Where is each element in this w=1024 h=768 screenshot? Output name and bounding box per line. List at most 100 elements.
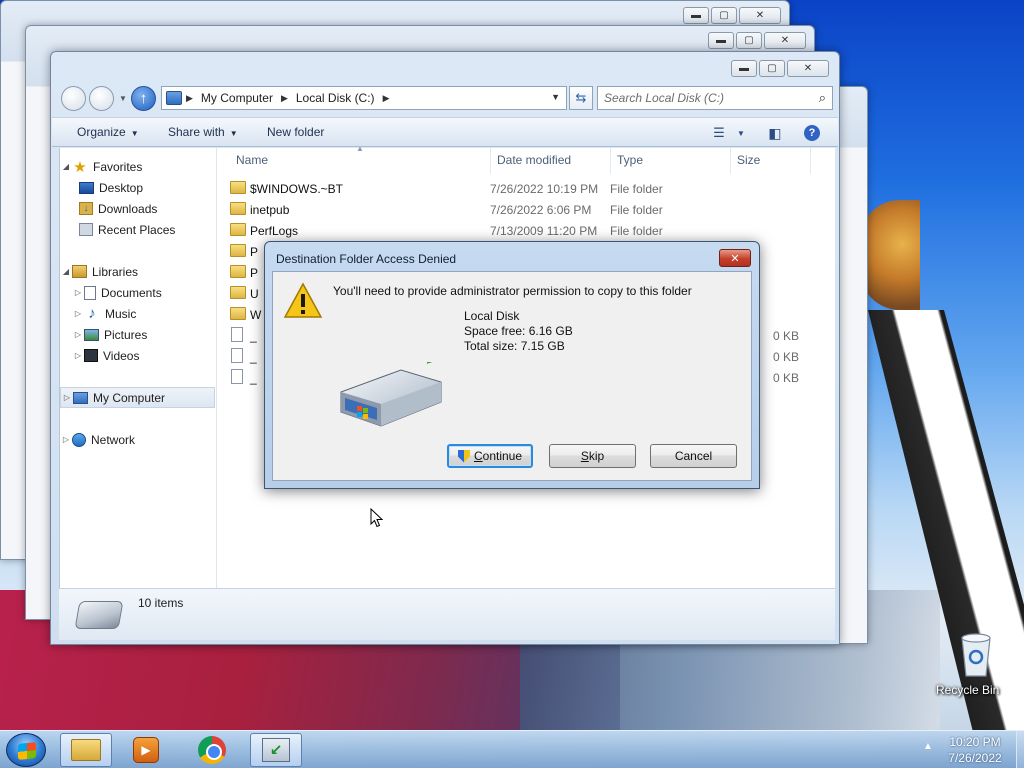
table-row[interactable]: inetpub 7/26/2022 6:06 PM File folder <box>220 199 820 220</box>
view-options-dropdown-icon[interactable]: ▼ <box>735 123 747 143</box>
expand-icon[interactable]: ▷ <box>61 393 73 402</box>
chevron-down-icon: ▼ <box>130 129 139 138</box>
folder-icon <box>230 181 246 194</box>
refresh-button[interactable]: ⇆ <box>569 86 593 110</box>
file-icon <box>231 369 243 384</box>
address-bar[interactable]: ▶ My Computer ▶ Local Disk (C:) ▶ ▼ <box>161 86 567 110</box>
show-desktop-button[interactable] <box>1016 731 1024 768</box>
show-hidden-icons-icon[interactable]: ▲ <box>923 741 933 752</box>
nav-music[interactable]: ▷ ♪ Music <box>72 303 136 324</box>
new-folder-label: New folder <box>267 125 325 139</box>
address-dropdown-icon[interactable]: ▼ <box>551 92 560 102</box>
column-date-modified[interactable]: Date modified <box>497 153 571 167</box>
nav-network-label: Network <box>91 432 136 447</box>
breadcrumb-my-computer[interactable]: My Computer <box>201 91 273 105</box>
nav-documents[interactable]: ▷ Documents <box>72 282 162 303</box>
expand-icon[interactable]: ▷ <box>72 330 84 339</box>
navigation-pane: ◢ ★ Favorites Desktop ↓ Downloads Recent Pl… <box>60 148 217 588</box>
cancel-button[interactable]: Cancel <box>650 444 737 468</box>
expand-icon[interactable]: ▷ <box>72 309 84 318</box>
column-divider[interactable] <box>810 148 811 174</box>
breadcrumb-chevron-icon[interactable]: ▶ <box>186 93 193 104</box>
cancel-label: Cancel <box>674 449 713 463</box>
column-divider[interactable] <box>610 148 611 174</box>
minimize-button[interactable]: ▬ <box>708 32 734 49</box>
nav-network[interactable]: ▷ Network <box>60 429 135 450</box>
column-type[interactable]: Type <box>617 153 643 167</box>
taskbar-explorer-button[interactable] <box>60 733 112 767</box>
sort-indicator-icon: ▲ <box>356 144 364 153</box>
organize-label: Organize <box>77 125 126 139</box>
chevron-down-icon: ▼ <box>229 129 238 138</box>
documents-icon <box>84 285 96 300</box>
skip-label: Skip <box>580 449 605 463</box>
table-row[interactable]: PerfLogs 7/13/2009 11:20 PM File folder <box>220 220 820 241</box>
search-icon[interactable]: ⌕ <box>819 90 826 106</box>
item-count: 10 items <box>138 596 184 610</box>
share-with-menu[interactable]: Share with ▼ <box>168 125 238 139</box>
nav-pictures[interactable]: ▷ Pictures <box>72 324 147 345</box>
maximize-button[interactable]: ▢ <box>759 60 785 77</box>
nav-videos[interactable]: ▷ Videos <box>72 345 140 366</box>
media-player-icon: ▶ <box>133 737 159 763</box>
file-date: 7/26/2022 10:19 PM <box>490 182 599 196</box>
recycle-bin-icon[interactable] <box>954 630 998 678</box>
recent-pages-dropdown-icon[interactable]: ▼ <box>119 94 127 103</box>
close-button[interactable]: ✕ <box>739 7 781 24</box>
new-folder-button[interactable]: New folder <box>267 125 324 139</box>
skip-button[interactable]: Skip <box>549 444 636 468</box>
column-size[interactable]: Size <box>737 153 760 167</box>
continue-button[interactable]: Continue <box>447 444 533 468</box>
nav-desktop[interactable]: Desktop <box>79 177 143 198</box>
nav-libraries[interactable]: ◢ Libraries <box>60 261 138 282</box>
help-icon[interactable]: ? <box>803 123 821 143</box>
taskbar-copy-progress-button[interactable]: ↙ <box>250 733 302 767</box>
breadcrumb-local-disk[interactable]: Local Disk (C:) <box>296 91 375 105</box>
column-name[interactable]: Name <box>236 153 268 167</box>
computer-icon <box>166 91 182 105</box>
file-name: P <box>250 266 259 280</box>
close-button[interactable]: ✕ <box>764 32 806 49</box>
search-input[interactable]: Search Local Disk (C:) ⌕ <box>597 86 833 110</box>
collapse-icon[interactable]: ◢ <box>60 267 72 276</box>
column-divider[interactable] <box>730 148 731 174</box>
network-icon <box>72 432 86 447</box>
taskbar-media-player-button[interactable]: ▶ <box>120 733 172 767</box>
taskbar-chrome-button[interactable] <box>186 733 238 767</box>
access-denied-dialog[interactable]: Destination Folder Access Denied ✕ You'l… <box>264 241 760 489</box>
change-view-icon[interactable]: ☰ <box>710 123 728 143</box>
column-divider[interactable] <box>490 148 491 174</box>
nav-recent-places[interactable]: Recent Places <box>79 219 175 240</box>
file-name: _ <box>250 371 257 385</box>
expand-icon[interactable]: ▷ <box>72 351 84 360</box>
system-clock[interactable]: 10:20 PM 7/26/2022 <box>940 734 1010 766</box>
table-row[interactable]: $WINDOWS.~BT 7/26/2022 10:19 PM File folde… <box>220 178 820 199</box>
nav-favorites[interactable]: ◢ ★ Favorites <box>60 156 142 177</box>
continue-label: Continue <box>473 449 523 463</box>
collapse-icon[interactable]: ◢ <box>60 162 72 171</box>
folder-icon <box>230 265 246 278</box>
minimize-button[interactable]: ▬ <box>683 7 709 24</box>
close-button[interactable]: ✕ <box>787 60 829 77</box>
organize-menu[interactable]: Organize ▼ <box>77 125 139 139</box>
breadcrumb-chevron-icon[interactable]: ▶ <box>383 93 390 104</box>
up-arrow-button[interactable]: ↑ <box>131 86 156 111</box>
file-name: _ <box>250 350 257 364</box>
maximize-button[interactable]: ▢ <box>736 32 762 49</box>
expand-icon[interactable]: ▷ <box>72 288 84 297</box>
breadcrumb-chevron-icon[interactable]: ▶ <box>281 93 288 104</box>
recycle-bin-label[interactable]: Recycle Bin <box>936 683 999 697</box>
forward-button[interactable] <box>89 86 114 111</box>
nav-downloads[interactable]: ↓ Downloads <box>79 198 157 219</box>
nav-my-computer[interactable]: ▷ My Computer <box>60 387 215 408</box>
uac-shield-icon <box>457 449 470 463</box>
dialog-close-button[interactable]: ✕ <box>719 249 751 267</box>
back-button[interactable] <box>61 86 86 111</box>
minimize-button[interactable]: ▬ <box>731 60 757 77</box>
preview-pane-icon[interactable]: ◧ <box>765 123 785 143</box>
drive-icon <box>74 601 124 629</box>
file-size: 0 KB <box>773 371 800 385</box>
start-button[interactable] <box>6 733 46 767</box>
expand-icon[interactable]: ▷ <box>60 435 72 444</box>
maximize-button[interactable]: ▢ <box>711 7 737 24</box>
